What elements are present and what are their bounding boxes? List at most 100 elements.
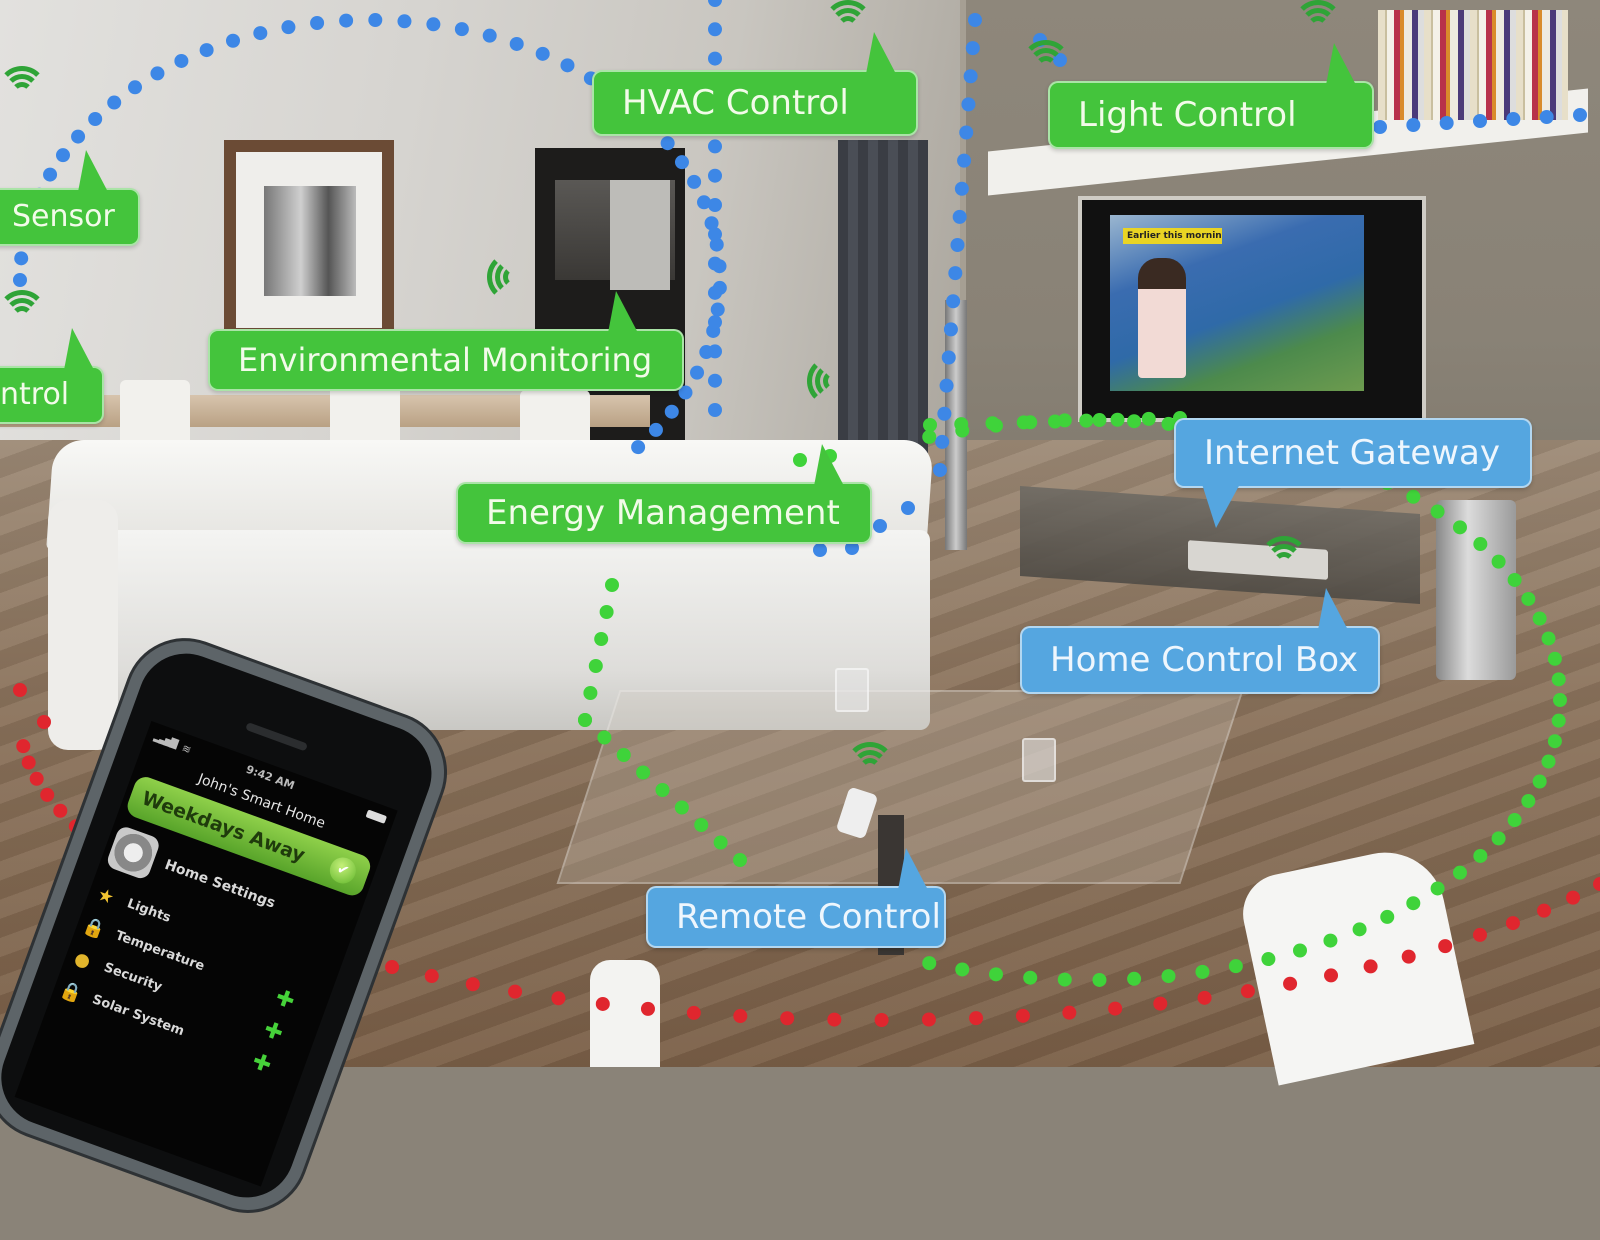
wifi-icon (0, 66, 47, 96)
network-dot (708, 344, 722, 359)
label-home-control-box: Home Control Box (1020, 588, 1380, 694)
network-dot (1380, 909, 1395, 924)
network-dot (708, 51, 722, 66)
network-dot (946, 294, 961, 309)
network-dot (1108, 1001, 1123, 1016)
network-dot (935, 434, 950, 449)
label-light-control: Light Control (1048, 43, 1374, 149)
network-dot (599, 605, 614, 619)
network-dot (1197, 990, 1212, 1005)
network-dot (961, 97, 976, 112)
network-dot (1593, 877, 1600, 892)
network-dot (1127, 414, 1142, 429)
network-dot (943, 322, 958, 337)
network-dot (1452, 520, 1467, 535)
label-internet-gateway: Internet Gateway (1174, 418, 1532, 528)
network-dot (43, 167, 58, 182)
network-dot (708, 373, 722, 388)
network-dot (968, 13, 982, 27)
network-dot (426, 17, 441, 32)
settings-gear-icon (105, 824, 162, 881)
network-dot (605, 578, 619, 592)
network-dot (708, 198, 722, 212)
network-dot (664, 404, 679, 419)
network-dot (424, 969, 439, 984)
network-dot (1048, 414, 1062, 429)
network-dot (708, 256, 722, 271)
network-dot (708, 403, 722, 417)
network-dot (941, 350, 956, 365)
network-dot (397, 14, 412, 29)
network-dot (578, 713, 592, 727)
add-icon[interactable]: ✚ (260, 1017, 286, 1047)
network-dot (107, 95, 122, 110)
network-dot (965, 41, 980, 56)
network-dot (1547, 651, 1562, 666)
sun-icon: ● (71, 947, 94, 973)
network-dot (1161, 969, 1176, 984)
label-internet-gateway-text: Internet Gateway (1204, 433, 1501, 473)
label-home-control-box-text: Home Control Box (1050, 640, 1359, 680)
network-dot (959, 125, 974, 140)
network-dot (873, 519, 887, 533)
network-dot (1551, 672, 1566, 687)
network-dot (1521, 591, 1536, 606)
network-dot (1439, 116, 1454, 130)
label-hvac-control-text: HVAC Control (622, 83, 849, 123)
network-dot (708, 168, 722, 183)
network-dot (708, 315, 722, 330)
network-dot (1537, 903, 1552, 918)
network-dot (1438, 939, 1453, 954)
network-dot (640, 1001, 655, 1016)
network-dot (922, 429, 937, 444)
network-dot (1553, 693, 1567, 707)
label-remote-control: Remote Control (646, 848, 946, 948)
network-dot (1430, 504, 1445, 519)
network-dot (988, 967, 1003, 982)
wifi-icon (807, 356, 857, 406)
add-icon[interactable]: ✚ (249, 1049, 275, 1079)
network-dot (969, 1011, 984, 1026)
network-dot (13, 273, 27, 287)
network-dot (922, 956, 937, 971)
network-dot (686, 1005, 701, 1020)
network-dot (687, 174, 702, 189)
network-dot (813, 543, 827, 557)
network-dot (933, 463, 947, 477)
network-dot (1547, 734, 1562, 749)
network-dot (1551, 713, 1566, 728)
network-dot (957, 153, 972, 168)
network-dot (281, 20, 296, 35)
network-dot (631, 440, 646, 455)
network-dot (616, 748, 631, 762)
label-control-left-text: ntrol (0, 377, 70, 412)
network-dot (1363, 959, 1378, 974)
label-energy-management-text: Energy Management (486, 493, 840, 533)
wifi-icon (0, 290, 47, 320)
network-dot (71, 129, 86, 144)
wifi-icon (1259, 536, 1309, 566)
network-dot (708, 139, 722, 154)
network-dot (955, 962, 970, 977)
network-dot (636, 765, 651, 780)
label-sensor: Sensor (0, 150, 140, 246)
network-dot (1016, 415, 1031, 430)
network-dot (225, 33, 240, 48)
network-dot (1324, 968, 1339, 983)
network-dot (1323, 933, 1338, 948)
network-dot (128, 80, 143, 95)
network-dot (1261, 952, 1276, 967)
label-control-left: ntrol (0, 328, 104, 424)
network-dot (690, 365, 705, 380)
wifi-icon (823, 0, 873, 30)
network-dot (1057, 972, 1072, 987)
network-dot (713, 835, 728, 850)
network-dot (1141, 411, 1156, 426)
add-icon[interactable]: ✚ (272, 985, 298, 1015)
network-dot (1292, 943, 1307, 958)
list-item-label: Lights (125, 896, 173, 926)
label-sensor-text: Sensor (12, 199, 115, 234)
network-dot (950, 238, 965, 252)
wifi-icon (487, 252, 537, 302)
network-dot (1373, 120, 1387, 134)
